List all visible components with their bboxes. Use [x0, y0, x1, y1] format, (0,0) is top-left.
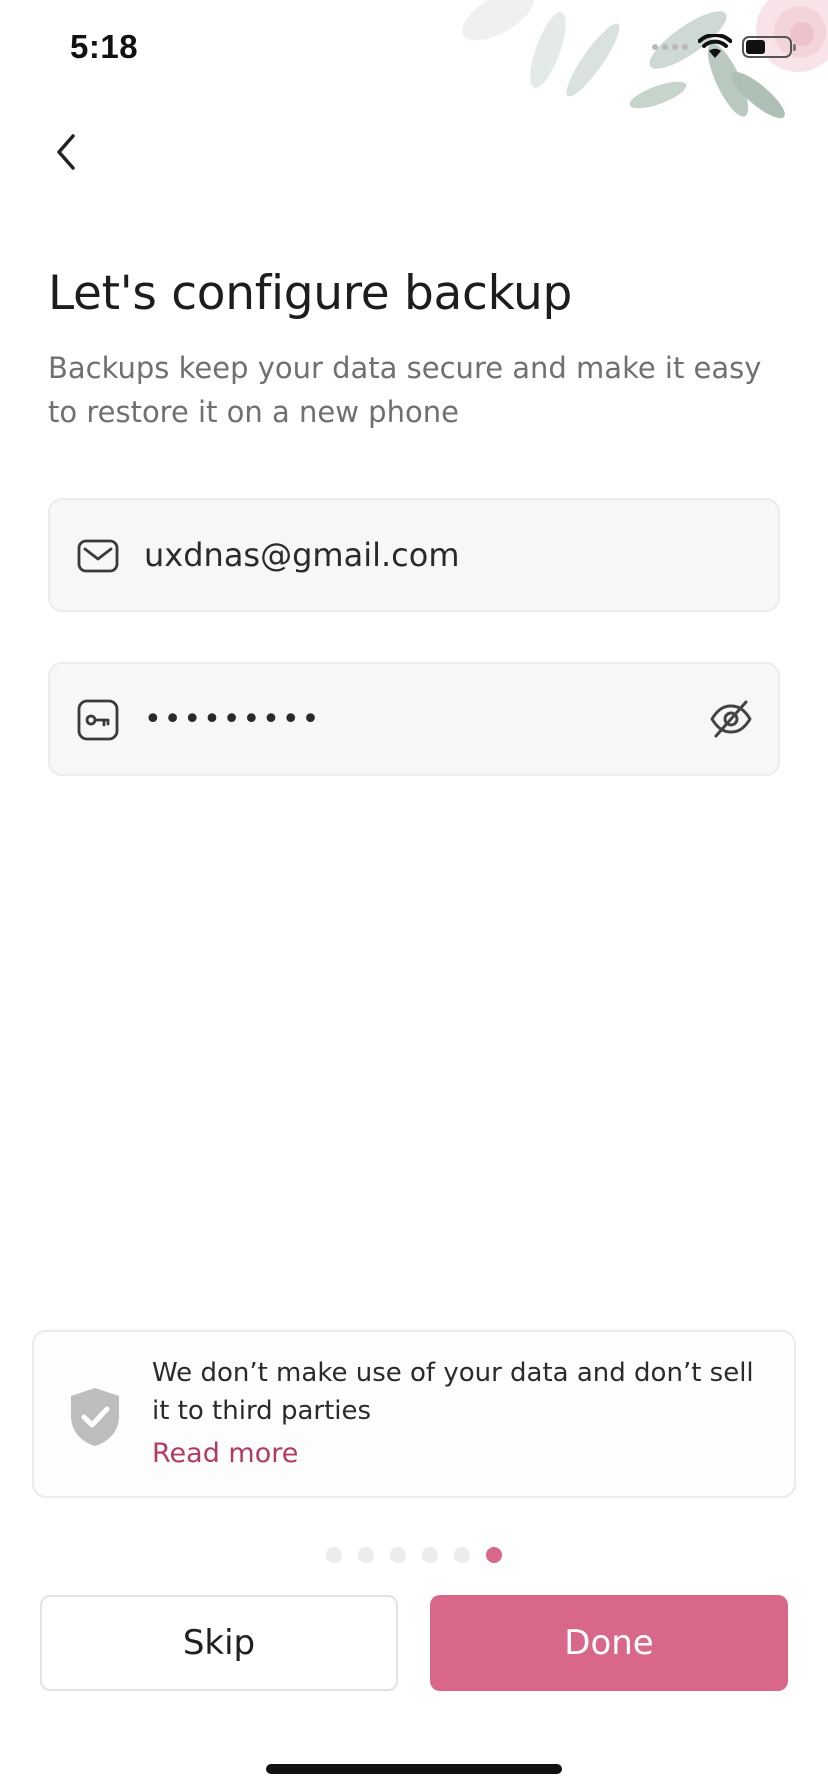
mail-icon	[77, 539, 119, 573]
status-icons	[652, 34, 796, 60]
status-bar: 5:18	[0, 0, 828, 100]
battery-level	[746, 40, 765, 54]
cellular-signal-icon	[652, 44, 688, 50]
read-more-link[interactable]: Read more	[152, 1438, 298, 1469]
done-button[interactable]: Done	[430, 1595, 788, 1691]
back-button[interactable]	[44, 124, 88, 180]
page-dot	[422, 1547, 438, 1563]
page-title: Let's configure backup	[48, 266, 573, 321]
wifi-icon	[698, 34, 732, 58]
chevron-left-icon	[57, 134, 75, 170]
page-dot	[358, 1547, 374, 1563]
email-input[interactable]	[144, 500, 704, 610]
key-icon	[77, 699, 119, 741]
eye-off-icon[interactable]	[708, 696, 754, 742]
page-dot-active	[486, 1547, 502, 1563]
privacy-notice-text: We don’t make use of your data and don’t…	[152, 1358, 754, 1426]
page-dot	[326, 1547, 342, 1563]
email-field[interactable]	[48, 498, 780, 612]
password-field[interactable]	[48, 662, 780, 776]
page-dot	[454, 1547, 470, 1563]
status-time: 5:18	[70, 28, 139, 65]
page-indicator	[0, 1547, 828, 1563]
home-indicator	[266, 1764, 562, 1774]
skip-button[interactable]: Skip	[40, 1595, 398, 1691]
page-dot	[390, 1547, 406, 1563]
shield-check-icon	[71, 1388, 119, 1446]
battery-icon	[742, 36, 796, 58]
page-subtitle: Backups keep your data secure and make i…	[48, 351, 762, 429]
privacy-notice-card: We don’t make use of your data and don’t…	[32, 1330, 796, 1498]
password-input[interactable]	[144, 664, 704, 774]
